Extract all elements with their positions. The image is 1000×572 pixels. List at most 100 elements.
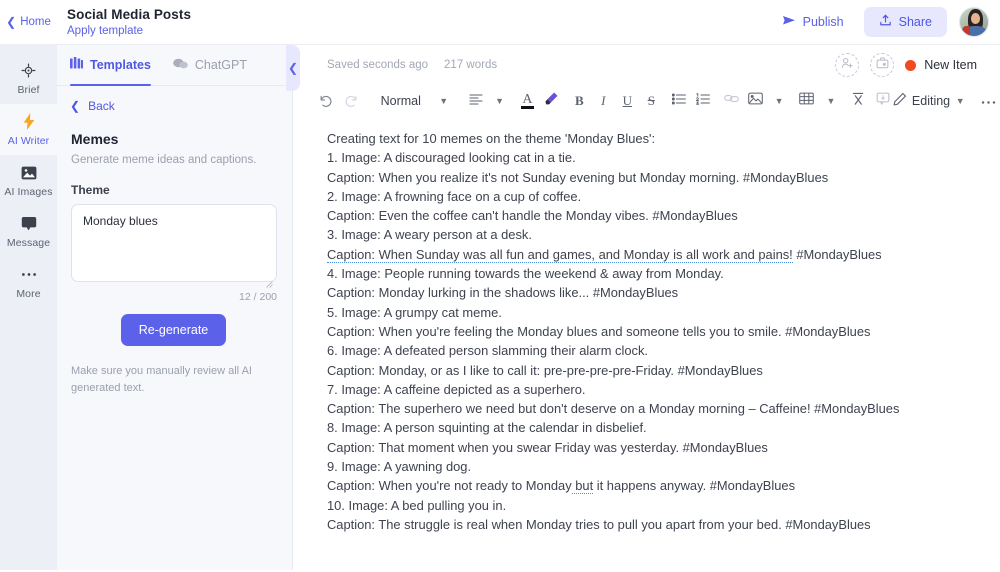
paragraph-style-select[interactable]: Normal: [370, 88, 432, 114]
grammar-suggestion[interactable]: Caption: When Sunday was all fun and gam…: [327, 247, 793, 263]
document-line[interactable]: Caption: Monday lurking in the shadows l…: [327, 283, 970, 302]
insert-image-button[interactable]: [743, 88, 767, 114]
line-text: Caption: Monday, or as I like to call it…: [327, 363, 763, 378]
chevron-left-icon: ❮: [288, 61, 298, 75]
numbered-list-button[interactable]: [691, 88, 715, 114]
clear-formatting-icon: [851, 92, 866, 111]
document-line[interactable]: Caption: Monday, or as I like to call it…: [327, 361, 970, 380]
align-caret[interactable]: ▼: [488, 88, 512, 114]
align-button[interactable]: [464, 88, 488, 114]
comment-button[interactable]: [871, 88, 895, 114]
document-line[interactable]: 3. Image: A weary person at a desk.: [327, 225, 970, 244]
bullet-list-button[interactable]: [667, 88, 691, 114]
document-line[interactable]: Caption: When you're feeling the Monday …: [327, 322, 970, 341]
apply-template-link[interactable]: Apply template: [67, 25, 191, 37]
tab-chatgpt[interactable]: ChatGPT: [173, 45, 247, 86]
line-text: Caption: Monday lurking in the shadows l…: [327, 285, 678, 300]
document-line[interactable]: Creating text for 10 memes on the theme …: [327, 129, 970, 148]
grammar-suggestion[interactable]: but: [572, 478, 594, 494]
toolbar-more-button[interactable]: [976, 88, 1000, 114]
document-line[interactable]: Caption: The struggle is real when Monda…: [327, 515, 970, 534]
clear-formatting-button[interactable]: [847, 88, 871, 114]
document-line[interactable]: 6. Image: A defeated person slamming the…: [327, 341, 970, 360]
target-icon: [21, 62, 36, 79]
back-label: Back: [88, 99, 115, 113]
sidebar-item-brief[interactable]: Brief: [0, 53, 57, 104]
collapse-panel-button[interactable]: ❮: [286, 45, 300, 91]
sidebar-item-label: Brief: [17, 84, 39, 96]
document-line[interactable]: 2. Image: A frowning face on a cup of co…: [327, 187, 970, 206]
editing-mode-label: Editing: [907, 94, 950, 108]
avatar[interactable]: [959, 7, 989, 37]
highlighter-icon: [544, 91, 559, 111]
editor-status-bar: Saved seconds ago 217 words: [294, 45, 1000, 85]
link-button[interactable]: [719, 88, 743, 114]
regenerate-button[interactable]: Re-generate: [121, 314, 227, 346]
page-title: Social Media Posts: [67, 7, 191, 22]
document-line[interactable]: Caption: The superhero we need but don't…: [327, 399, 970, 418]
paragraph-style-caret[interactable]: ▼: [432, 88, 456, 114]
text-color-button[interactable]: A: [515, 88, 539, 114]
undo-button[interactable]: [314, 88, 338, 114]
document-content[interactable]: Creating text for 10 memes on the theme …: [294, 117, 1000, 572]
briefcase-button[interactable]: [870, 53, 894, 77]
document-line[interactable]: 4. Image: People running towards the wee…: [327, 264, 970, 283]
line-text: 3. Image: A weary person at a desk.: [327, 227, 532, 242]
document-line[interactable]: 5. Image: A grumpy cat meme.: [327, 303, 970, 322]
editing-mode-caret[interactable]: ▼: [948, 88, 972, 114]
text-color-icon: A: [521, 94, 534, 109]
document-line[interactable]: 8. Image: A person squinting at the cale…: [327, 418, 970, 437]
line-text: Creating text for 10 memes on the theme …: [327, 131, 655, 146]
document-line[interactable]: Caption: When you're not ready to Monday…: [327, 476, 970, 495]
strikethrough-button[interactable]: S: [639, 88, 663, 114]
document-line[interactable]: 9. Image: A yawning dog.: [327, 457, 970, 476]
new-item-status[interactable]: New Item: [905, 58, 977, 72]
table-caret[interactable]: ▼: [819, 88, 843, 114]
insert-table-button[interactable]: [795, 88, 819, 114]
sidebar-item-ai-writer[interactable]: AI Writer: [0, 104, 57, 155]
editor-area: Saved seconds ago 217 words: [294, 45, 1000, 570]
line-text: 7. Image: A caffeine depicted as a super…: [327, 382, 585, 397]
panel-back-button[interactable]: ❮ Back: [57, 86, 292, 113]
line-text: Caption: The superhero we need but don't…: [327, 401, 899, 416]
italic-button[interactable]: I: [591, 88, 615, 114]
avatar-arm: [962, 26, 970, 36]
underline-button[interactable]: U: [615, 88, 639, 114]
document-line[interactable]: 7. Image: A caffeine depicted as a super…: [327, 380, 970, 399]
sidebar-item-message[interactable]: Message: [0, 206, 57, 257]
chevron-left-icon: ❮: [70, 99, 80, 113]
document-line[interactable]: Caption: Even the coffee can't handle th…: [327, 206, 970, 225]
add-person-button[interactable]: [835, 53, 859, 77]
align-left-icon: [469, 92, 483, 110]
home-label: Home: [20, 16, 51, 28]
document-line[interactable]: 1. Image: A discouraged looking cat in a…: [327, 148, 970, 167]
status-dot: [905, 60, 916, 71]
document-line[interactable]: Caption: That moment when you swear Frid…: [327, 438, 970, 457]
share-button[interactable]: Share: [864, 7, 947, 37]
theme-input[interactable]: [71, 204, 277, 282]
panel-tab-bar: Templates ChatGPT: [57, 45, 292, 86]
template-title: Memes: [71, 131, 276, 147]
sidebar-item-ai-images[interactable]: AI Images: [0, 155, 57, 206]
image-caret[interactable]: ▼: [767, 88, 791, 114]
editor-status-actions: New Item: [835, 53, 984, 77]
editing-mode-button[interactable]: Editing: [903, 88, 941, 114]
sidebar-item-label: Message: [7, 237, 50, 249]
redo-button[interactable]: [338, 88, 362, 114]
line-text: it happens anyway. #MondayBlues: [593, 478, 795, 493]
document-line[interactable]: Caption: When you realize it's not Sunda…: [327, 168, 970, 187]
line-text: Caption: That moment when you swear Frid…: [327, 440, 768, 455]
bold-button[interactable]: B: [567, 88, 591, 114]
publish-button[interactable]: Publish: [774, 8, 852, 36]
avatar-face: [971, 13, 980, 24]
line-text: 5. Image: A grumpy cat meme.: [327, 305, 502, 320]
sidebar-item-more[interactable]: More: [0, 257, 57, 308]
sidebar-item-label: AI Writer: [8, 135, 50, 147]
highlight-button[interactable]: [539, 88, 563, 114]
ai-disclaimer: Make sure you manually review all AI gen…: [71, 363, 281, 396]
ellipsis-icon: [981, 92, 996, 110]
tab-templates[interactable]: Templates: [70, 45, 151, 86]
document-line[interactable]: 10. Image: A bed pulling you in.: [327, 496, 970, 515]
home-back-link[interactable]: ❮ Home: [0, 0, 57, 44]
document-line[interactable]: Caption: When Sunday was all fun and gam…: [327, 245, 970, 264]
